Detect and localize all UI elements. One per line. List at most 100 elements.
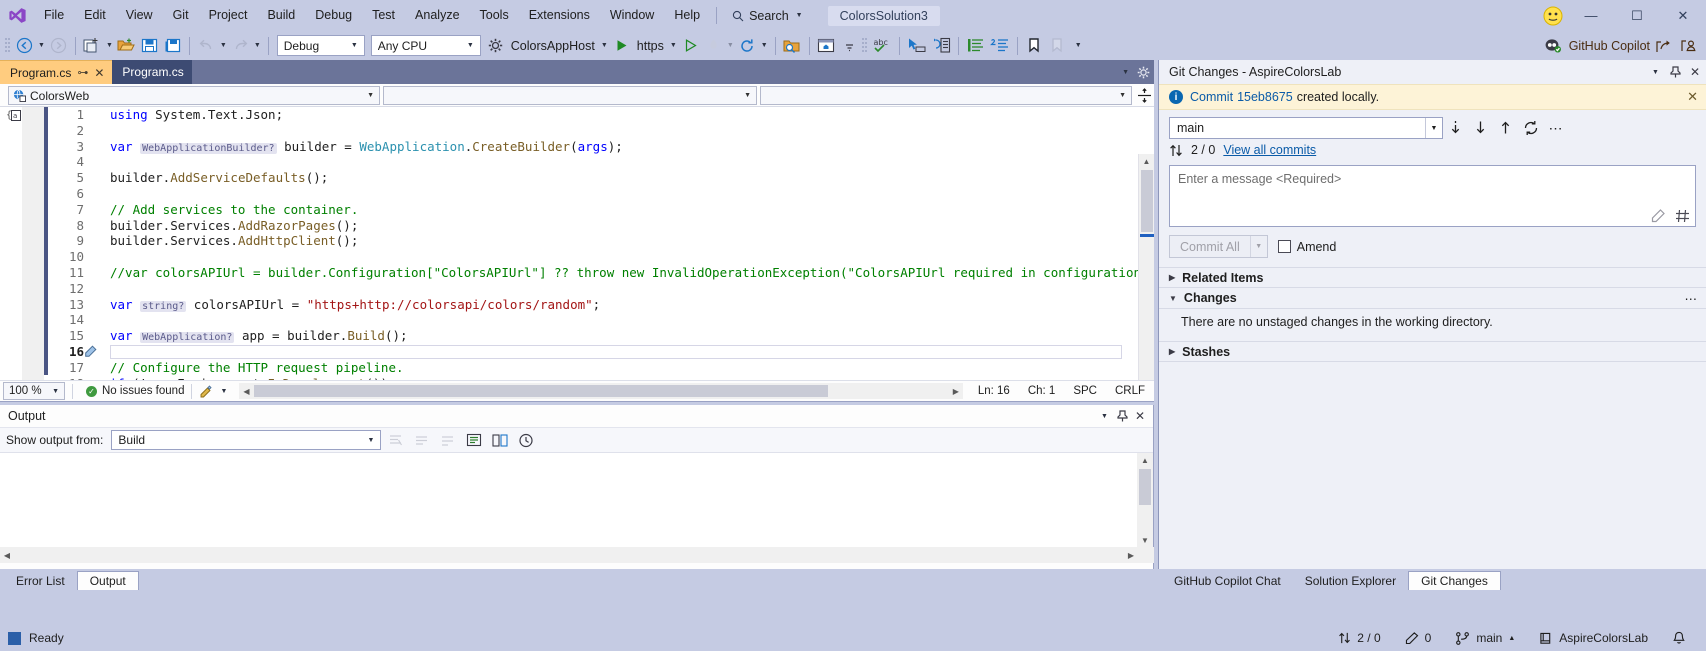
scrollbar-thumb[interactable] [1139,469,1151,505]
user-avatar[interactable] [1538,1,1568,31]
commit-message-grid-icon[interactable] [1675,209,1690,223]
quick-actions-dropdown-icon[interactable]: ▼ [216,388,231,395]
new-project-button[interactable] [81,34,104,57]
issues-indicator[interactable]: ✓ No issues found [80,385,184,397]
run-profile-label[interactable]: https [633,39,668,53]
scroll-down-icon[interactable]: ▼ [1137,533,1153,547]
menu-item-help[interactable]: Help [664,3,710,28]
status-sync-cell[interactable]: 2 / 0 [1326,626,1392,651]
scroll-left-icon[interactable]: ◀ [239,383,253,399]
menu-item-build[interactable]: Build [257,3,305,28]
commit-message-input[interactable]: Enter a message <Required> [1169,165,1696,227]
git-section-related-items[interactable]: ▶ Related Items [1159,267,1706,288]
back-dropdown-icon[interactable]: ▼ [38,42,45,49]
history-button[interactable] [515,429,537,451]
document-tab-program-cs-inactive[interactable]: Program.cs [112,60,191,84]
comment-lines-button[interactable] [964,34,988,57]
split-editor-button[interactable] [1135,86,1153,106]
share-icon[interactable] [1652,34,1675,57]
chevron-down-icon[interactable]: ▼ [1425,118,1442,138]
menu-item-analyze[interactable]: Analyze [405,3,469,28]
sync-button[interactable] [1518,117,1543,139]
line-endings-indicator[interactable]: CRLF [1106,385,1154,397]
toolbar-grip[interactable] [861,37,870,55]
git-section-changes[interactable]: ▼ Changes ⋯ [1159,288,1706,309]
chevron-down-icon[interactable]: ▼ [1250,236,1267,257]
status-repository-cell[interactable]: AspireColorsLab [1527,626,1660,651]
restart-dropdown-icon[interactable]: ▼ [761,42,768,49]
toggle-bookmark-button[interactable] [1023,34,1046,57]
close-icon[interactable]: ✕ [1135,409,1145,423]
document-tab-program-cs-active[interactable]: Program.cs ⊶ ✕ [0,60,112,84]
maximize-button[interactable]: ☐ [1614,0,1660,31]
save-all-button[interactable] [161,34,184,57]
menu-item-view[interactable]: View [116,3,163,28]
menu-item-extensions[interactable]: Extensions [519,3,600,28]
solution-explorer-search-button[interactable] [781,34,804,57]
start-without-debugging-button[interactable] [679,34,702,57]
tab-git-changes[interactable]: Git Changes [1408,571,1501,590]
scrollbar-thumb[interactable] [254,385,828,397]
scroll-right-icon[interactable]: ▶ [949,383,963,399]
github-copilot-label[interactable]: GitHub Copilot [1565,39,1650,53]
menu-item-debug[interactable]: Debug [305,3,362,28]
open-file-button[interactable] [115,34,138,57]
git-more-actions-button[interactable]: ⋯ [1543,117,1568,139]
pin-icon[interactable] [1117,410,1128,422]
uncomment-lines-button[interactable] [988,34,1012,57]
scroll-up-icon[interactable]: ▲ [1139,154,1154,168]
feedback-icon[interactable] [1677,34,1700,57]
code-editor-surface[interactable]: { a 1using System.Text.Json; 2 3var WebA… [0,107,1154,380]
status-pending-changes-cell[interactable]: 0 [1393,626,1444,651]
output-text-area[interactable]: ▲ ▼ ◀ ▶ [0,453,1153,563]
toolbar-overflow-button[interactable] [838,34,861,57]
close-icon[interactable]: ✕ [94,66,104,80]
status-branch-cell[interactable]: main ▲ [1443,626,1527,651]
active-files-dropdown-icon[interactable]: ▼ [1122,69,1129,76]
save-button[interactable] [138,34,161,57]
copilot-suggestion-icon[interactable] [84,344,98,360]
fetch-button[interactable] [1443,117,1468,139]
tab-github-copilot-chat[interactable]: GitHub Copilot Chat [1162,571,1293,590]
gear-icon[interactable] [1137,66,1150,79]
output-vertical-scrollbar[interactable]: ▲ ▼ [1137,453,1153,547]
menu-item-edit[interactable]: Edit [74,3,116,28]
close-notification-icon[interactable]: ✕ [1687,89,1698,105]
solution-name-chip[interactable]: ColorsSolution3 [828,6,940,26]
menu-item-test[interactable]: Test [362,3,405,28]
window-menu-icon[interactable]: ▼ [1652,69,1659,76]
indent-block-button[interactable] [929,34,953,57]
scroll-up-icon[interactable]: ▲ [1137,453,1153,467]
output-horizontal-scrollbar[interactable]: ◀ ▶ [0,547,1154,563]
scroll-left-icon[interactable]: ◀ [0,547,14,563]
navbar-type-combo[interactable]: ▼ [383,86,757,105]
menu-item-window[interactable]: Window [600,3,664,28]
new-project-dropdown-icon[interactable]: ▼ [106,42,113,49]
select-tool-button[interactable] [905,34,929,57]
changes-more-actions-icon[interactable]: ⋯ [1685,291,1699,306]
commit-hash-link[interactable]: 15eb8675 [1237,90,1293,104]
pull-button[interactable] [1468,117,1493,139]
start-debugging-button[interactable] [610,34,633,57]
minimize-button[interactable]: — [1568,0,1614,31]
restart-button[interactable] [736,34,759,57]
pin-icon[interactable]: ⊶ [77,66,88,79]
pin-icon[interactable] [1670,66,1681,78]
close-button[interactable]: ✕ [1660,0,1706,31]
status-notifications-cell[interactable] [1660,626,1698,651]
startup-project-dropdown-icon[interactable]: ▼ [601,42,608,49]
tab-output[interactable]: Output [77,571,139,590]
toggle-output-list-button[interactable] [463,429,485,451]
solution-configuration-combo[interactable]: Debug ▼ [277,35,365,56]
zoom-level-combo[interactable]: 100 % ▼ [3,382,65,400]
window-menu-icon[interactable]: ▼ [1101,413,1108,420]
menu-item-project[interactable]: Project [199,3,258,28]
branch-combo[interactable]: main ▼ [1169,117,1443,139]
tab-solution-explorer[interactable]: Solution Explorer [1293,571,1408,590]
toolbar-overflow-chevron-icon[interactable]: ▼ [1071,42,1082,49]
commit-all-button[interactable]: Commit All ▼ [1169,235,1268,258]
git-section-stashes[interactable]: ▶ Stashes [1159,341,1706,362]
editor-vertical-scrollbar[interactable]: ▲ [1138,154,1154,380]
run-profile-dropdown-icon[interactable]: ▼ [670,42,677,49]
solution-platform-combo[interactable]: Any CPU ▼ [371,35,481,56]
